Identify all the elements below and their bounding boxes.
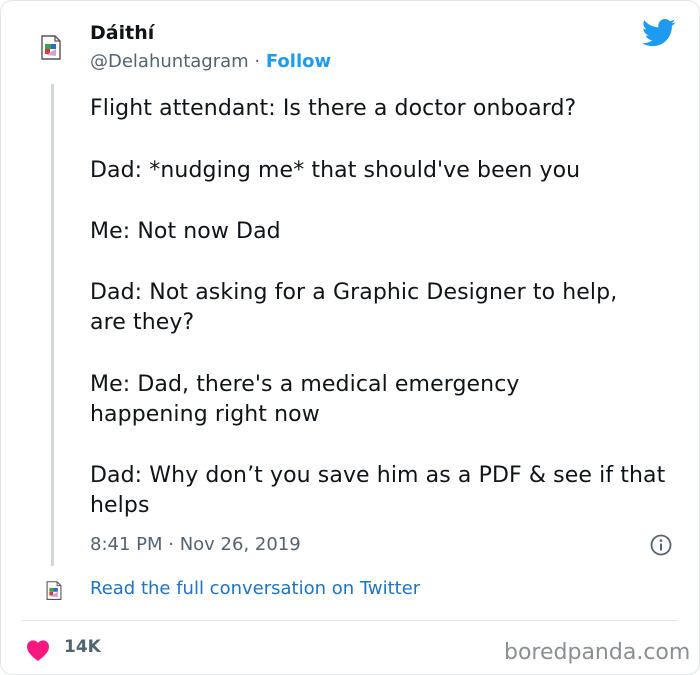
broken-image-icon (46, 581, 62, 600)
author-name[interactable]: Dáithí (90, 22, 154, 44)
heart-icon[interactable] (26, 639, 50, 661)
follow-button[interactable]: Follow (266, 51, 331, 72)
tweet-paragraph: Dad: Why don’t you save him as a PDF & s… (90, 463, 666, 518)
twitter-bird-icon[interactable] (642, 18, 676, 48)
tweet-paragraph: Dad: Not asking for a Graphic Designer t… (90, 280, 618, 335)
tweet-paragraph: Flight attendant: Is there a doctor onbo… (90, 96, 577, 121)
tweet-paragraph: Me: Dad, there's a medical emergency hap… (90, 372, 520, 427)
tweet-paragraph: Dad: *nudging me* that should've been yo… (90, 158, 581, 183)
author-handle[interactable]: @Delahuntagram (90, 51, 249, 72)
divider (22, 620, 678, 621)
watermark: boredpanda.com (504, 640, 691, 665)
read-conversation-link[interactable]: Read the full conversation on Twitter (90, 578, 420, 599)
info-icon[interactable] (650, 534, 672, 556)
thread-line (51, 84, 54, 566)
likes-count[interactable]: 14K (64, 637, 101, 657)
broken-image-icon[interactable] (40, 35, 62, 61)
tweet-paragraph: Me: Not now Dad (90, 219, 281, 244)
author-handle-row: @Delahuntagram · Follow (90, 51, 331, 72)
separator: · (248, 51, 266, 72)
tweet-timestamp[interactable]: 8:41 PM · Nov 26, 2019 (90, 534, 301, 555)
